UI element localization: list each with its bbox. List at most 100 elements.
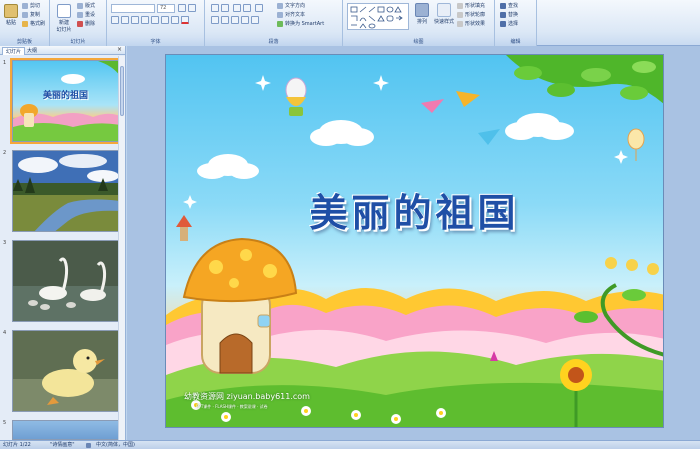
- italic-icon[interactable]: [121, 16, 129, 24]
- reset-icon: [77, 11, 83, 18]
- underline-icon[interactable]: [131, 16, 139, 24]
- slide-thumbnail-2-image: [12, 150, 119, 232]
- copy-icon: [22, 11, 28, 18]
- tab-slides[interactable]: 幻灯片: [2, 47, 26, 55]
- font-size-field[interactable]: 72: [157, 4, 175, 13]
- align-left-icon[interactable]: [211, 16, 219, 24]
- slide-number: 2: [3, 150, 7, 156]
- slide-thumbnail-4-image: [12, 330, 119, 412]
- increase-indent-icon[interactable]: [243, 4, 251, 12]
- bold-icon[interactable]: [111, 16, 119, 24]
- slides-group-label: 幻灯片: [50, 38, 106, 46]
- editing-group: 查找 替换 选择 编辑: [495, 0, 537, 46]
- shapes-gallery-icons: [350, 6, 403, 29]
- shape-outline-button[interactable]: 形状轮廓: [457, 11, 485, 19]
- shrink-font-icon[interactable]: [188, 4, 196, 12]
- paragraph-group: 文字方向 对齐文本 转换为 SmartArt 段落: [205, 0, 343, 46]
- panel-scrollbar-thumb[interactable]: [120, 66, 124, 116]
- drawing-group: 排列 快速样式 形状填充 形状轮廓 形状效果 绘图: [343, 0, 495, 46]
- smartart-icon: [277, 20, 283, 27]
- change-case-icon[interactable]: [171, 16, 179, 24]
- reset-button[interactable]: 重设: [77, 11, 95, 19]
- align-text-icon: [277, 11, 283, 18]
- slides-panel: 幻灯片 大纲 × 1 美丽的祖国 2 3 4 5: [0, 46, 126, 440]
- slide-number: 3: [3, 240, 7, 246]
- font-name-field[interactable]: [111, 4, 155, 13]
- pen-icon: [457, 11, 463, 18]
- lake-landscape-image: [13, 151, 118, 231]
- panel-scrollbar[interactable]: [118, 56, 125, 440]
- delete-slide-button[interactable]: 删除: [77, 20, 95, 28]
- decrease-indent-icon[interactable]: [233, 4, 241, 12]
- spellcheck-icon[interactable]: [86, 443, 91, 448]
- columns-icon[interactable]: [251, 16, 259, 24]
- effects-icon: [457, 20, 463, 27]
- paragraph-group-label: 段落: [205, 38, 342, 46]
- slide-background-art: [166, 55, 663, 427]
- font-color-icon[interactable]: [181, 16, 189, 24]
- align-text-button[interactable]: 对齐文本: [277, 11, 305, 19]
- shape-fill-button[interactable]: 形状填充: [457, 2, 485, 10]
- strikethrough-icon[interactable]: [141, 16, 149, 24]
- slide-thumbnail-5-image: [12, 420, 119, 440]
- align-center-icon[interactable]: [221, 16, 229, 24]
- slide-editor: 美丽的祖国 幼教资源网 ziyuan.baby611.com PPT课件 · F…: [127, 46, 700, 440]
- arrange-icon: [415, 3, 429, 17]
- slides-group: 新建 幻灯片 版式 重设 删除 幻灯片: [50, 0, 107, 46]
- justify-icon[interactable]: [241, 16, 249, 24]
- panel-tabs: 幻灯片 大纲 ×: [0, 46, 125, 55]
- language[interactable]: 中文(简体，中国): [96, 441, 135, 449]
- layout-button[interactable]: 版式: [77, 2, 95, 10]
- shadow-icon[interactable]: [151, 16, 159, 24]
- binoculars-icon: [500, 2, 506, 9]
- delete-icon: [77, 20, 83, 27]
- duckling-image: [13, 331, 118, 411]
- clipboard-group: 粘贴 剪切 复制 格式刷 剪贴板: [0, 0, 50, 46]
- slide-canvas[interactable]: 美丽的祖国 幼教资源网 ziyuan.baby611.com PPT课件 · F…: [165, 54, 664, 428]
- char-spacing-icon[interactable]: [161, 16, 169, 24]
- slide-number: 1: [3, 60, 7, 66]
- slide-thumbnail-3-image: [12, 240, 119, 322]
- cursor-icon: [500, 20, 506, 27]
- watermark-text: 幼教资源网 ziyuan.baby611.com: [184, 392, 310, 401]
- scissors-icon: [22, 2, 28, 9]
- replace-icon: [500, 11, 506, 18]
- arrange-button[interactable]: 排列: [413, 3, 431, 25]
- ribbon: 粘贴 剪切 复制 格式刷 剪贴板 新建 幻灯片 版式 重设 删除 幻灯片 72 …: [0, 0, 700, 46]
- text-direction-button[interactable]: 文字方向: [277, 2, 305, 10]
- layout-icon: [77, 2, 83, 9]
- drawing-group-label: 绘图: [343, 38, 494, 46]
- clipboard-group-label: 剪贴板: [0, 38, 49, 46]
- numbering-icon[interactable]: [221, 4, 229, 12]
- paste-icon: [4, 4, 18, 18]
- slide-title[interactable]: 美丽的祖国: [166, 182, 663, 237]
- close-panel-icon[interactable]: ×: [117, 46, 122, 53]
- new-slide-icon: [57, 4, 71, 18]
- quick-styles-icon: [437, 3, 451, 17]
- line-spacing-icon[interactable]: [255, 4, 263, 12]
- slide-thumbnail-1-image: 美丽的祖国: [10, 58, 121, 144]
- cut-button[interactable]: 剪切: [22, 2, 40, 10]
- replace-button[interactable]: 替换: [500, 11, 518, 19]
- align-right-icon[interactable]: [231, 16, 239, 24]
- grow-font-icon[interactable]: [178, 4, 186, 12]
- text-direction-icon: [277, 2, 283, 9]
- quick-styles-button[interactable]: 快速样式: [433, 3, 455, 25]
- select-button[interactable]: 选择: [500, 20, 518, 28]
- format-painter-button[interactable]: 格式刷: [22, 20, 45, 28]
- paste-button[interactable]: 粘贴: [3, 4, 19, 26]
- tab-outline[interactable]: 大纲: [24, 47, 40, 55]
- copy-button[interactable]: 复制: [22, 11, 40, 19]
- slide-number: 4: [3, 330, 7, 336]
- brush-icon: [22, 20, 28, 27]
- smartart-button[interactable]: 转换为 SmartArt: [277, 20, 324, 28]
- font-group-label: 字体: [107, 38, 204, 46]
- bullets-icon[interactable]: [211, 4, 219, 12]
- status-bar: 幻灯片 1/22 "诗情画意" 中文(简体，中国): [0, 440, 700, 449]
- find-button[interactable]: 查找: [500, 2, 518, 10]
- slide-number: 5: [3, 420, 7, 426]
- theme-name: "诗情画意": [50, 442, 75, 448]
- shape-effects-button[interactable]: 形状效果: [457, 20, 485, 28]
- shapes-gallery[interactable]: [347, 3, 409, 30]
- new-slide-button[interactable]: 新建 幻灯片: [54, 4, 74, 33]
